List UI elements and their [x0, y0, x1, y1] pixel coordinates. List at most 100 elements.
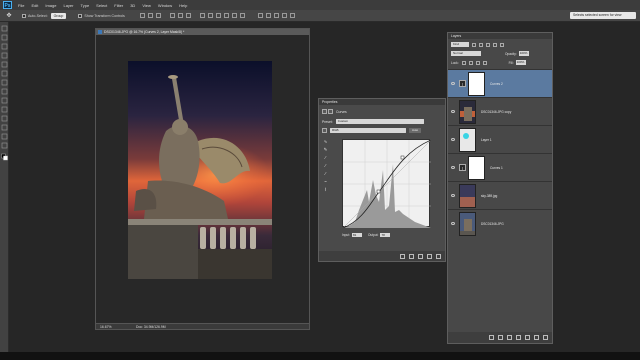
delete-layer-icon[interactable]	[543, 335, 548, 340]
view-previous-icon[interactable]	[409, 253, 414, 259]
blend-mode-dropdown[interactable]: Normal	[451, 51, 481, 56]
point-tool-icon[interactable]: ∿	[323, 139, 328, 144]
auto-select-dropdown[interactable]: Group	[50, 12, 67, 19]
input-field[interactable]: 81	[351, 232, 362, 238]
trash-icon[interactable]	[436, 253, 441, 259]
transform-controls-checkbox[interactable]	[78, 13, 83, 18]
output-field[interactable]: 78	[380, 232, 391, 238]
layer-row[interactable]: Layer 1	[448, 125, 552, 153]
type-filter-icon[interactable]	[486, 42, 490, 47]
black-eyedropper-icon[interactable]: ⁄	[323, 155, 328, 160]
zoom-level[interactable]: 16.67%	[100, 325, 112, 329]
pixel-filter-icon[interactable]	[472, 42, 476, 47]
layer-name[interactable]: Curves 2	[490, 82, 503, 86]
align-right-icon[interactable]	[185, 13, 191, 18]
visibility-eye-icon[interactable]	[451, 110, 455, 113]
curve-smooth-icon[interactable]: ~	[323, 179, 328, 184]
preset-dropdown[interactable]: Custom	[335, 119, 424, 124]
shape-filter-icon[interactable]	[493, 42, 497, 47]
canvas-area[interactable]	[96, 35, 309, 323]
layer-row[interactable]: sky-389.jpg	[448, 181, 552, 209]
lock-all-icon[interactable]	[482, 60, 487, 65]
layer-mask-thumbnail[interactable]	[468, 155, 485, 180]
visibility-eye-icon[interactable]	[451, 138, 455, 141]
smart-object-filter-icon[interactable]	[500, 42, 504, 47]
channel-dropdown[interactable]: RGB	[330, 128, 406, 133]
pencil-tool-icon[interactable]: ✎	[323, 147, 328, 152]
visibility-eye-icon[interactable]	[451, 194, 455, 197]
menu-edit[interactable]: Edit	[31, 3, 38, 8]
fill-field[interactable]: 100%	[515, 60, 526, 65]
layer-mask-thumbnail[interactable]	[468, 71, 485, 96]
auto-button[interactable]: Auto	[409, 128, 422, 133]
layer-kind-filter[interactable]: Kind	[451, 42, 469, 47]
layer-row[interactable]: DSC01346.JPG	[448, 209, 552, 237]
align-bottom-icon[interactable]	[155, 13, 161, 18]
on-image-adjust-icon[interactable]	[322, 128, 327, 133]
new-group-icon[interactable]	[525, 335, 530, 340]
align-middle-icon[interactable]	[147, 13, 153, 18]
document-window[interactable]: DSC01346.JPG @ 16.7% (Curves 2, Layer Ma…	[95, 28, 310, 330]
visibility-icon[interactable]	[427, 253, 432, 259]
layer-name[interactable]: sky-389.jpg	[481, 194, 497, 198]
angel-statue-photo[interactable]	[128, 61, 272, 279]
document-size-info[interactable]: Doc: 34.9M/126.9M	[136, 325, 166, 329]
layer-name[interactable]: DSC01346.JPG copy	[481, 110, 511, 114]
3d-scale-icon[interactable]	[289, 13, 295, 18]
3d-pan-icon[interactable]	[273, 13, 279, 18]
layer-name[interactable]: Layer 1	[481, 138, 492, 142]
lock-transparent-icon[interactable]	[461, 60, 466, 65]
layer-row[interactable]: ⌇ Curves 1	[448, 153, 552, 181]
link-layers-icon[interactable]	[489, 335, 494, 340]
menu-type[interactable]: Type	[81, 3, 90, 8]
lock-position-icon[interactable]	[475, 60, 480, 65]
opacity-field[interactable]: 100%	[518, 51, 529, 56]
lock-image-icon[interactable]	[468, 60, 473, 65]
distribute-middle-icon[interactable]	[207, 13, 213, 18]
add-mask-icon[interactable]	[507, 335, 512, 340]
distribute-bottom-icon[interactable]	[215, 13, 221, 18]
move-tool-icon[interactable]: ✥	[4, 12, 14, 20]
visibility-eye-icon[interactable]	[451, 82, 455, 85]
layer-row[interactable]: ⌇ Curves 2	[448, 69, 552, 97]
clipping-warning-icon[interactable]: ⌇	[323, 187, 328, 192]
visibility-eye-icon[interactable]	[451, 222, 455, 225]
menu-3d[interactable]: 3D	[130, 3, 135, 8]
auto-select-checkbox[interactable]	[22, 13, 26, 18]
menu-help[interactable]: Help	[179, 3, 187, 8]
distribute-right-icon[interactable]	[239, 13, 245, 18]
adjustment-filter-icon[interactable]	[479, 42, 483, 47]
distribute-left-icon[interactable]	[223, 13, 229, 18]
reset-icon[interactable]	[418, 253, 423, 259]
align-center-icon[interactable]	[177, 13, 183, 18]
align-left-icon[interactable]	[169, 13, 175, 18]
menu-image[interactable]: Image	[45, 3, 56, 8]
properties-tab[interactable]: Properties	[322, 100, 337, 104]
align-top-icon[interactable]	[139, 13, 145, 18]
new-layer-icon[interactable]	[534, 335, 539, 340]
layer-row[interactable]: DSC01346.JPG copy	[448, 97, 552, 125]
menu-view[interactable]: View	[142, 3, 151, 8]
workspace-switcher[interactable]: Selects selected screen for view	[570, 12, 636, 19]
layer-name[interactable]: DSC01346.JPG	[481, 222, 504, 226]
3d-slide-icon[interactable]	[281, 13, 287, 18]
visibility-eye-icon[interactable]	[451, 166, 455, 169]
menu-window[interactable]: Window	[158, 3, 172, 8]
new-adjustment-icon[interactable]	[516, 335, 521, 340]
menu-file[interactable]: File	[18, 3, 24, 8]
mask-icon[interactable]	[328, 109, 333, 114]
gray-eyedropper-icon[interactable]: ⁄	[323, 163, 328, 168]
3d-rotate-icon[interactable]	[257, 13, 263, 18]
tools-icons[interactable]	[0, 22, 9, 352]
layers-tab[interactable]: Layers	[451, 34, 461, 38]
3d-roll-icon[interactable]	[265, 13, 271, 18]
white-eyedropper-icon[interactable]: ⁄	[323, 171, 328, 176]
curve-graph[interactable]	[342, 139, 432, 229]
layer-style-icon[interactable]	[498, 335, 503, 340]
distribute-center-icon[interactable]	[231, 13, 237, 18]
menu-select[interactable]: Select	[96, 3, 107, 8]
distribute-top-icon[interactable]	[199, 13, 205, 18]
menu-filter[interactable]: Filter	[114, 3, 123, 8]
layer-name[interactable]: Curves 1	[490, 166, 503, 170]
clip-to-layer-icon[interactable]	[400, 253, 405, 259]
